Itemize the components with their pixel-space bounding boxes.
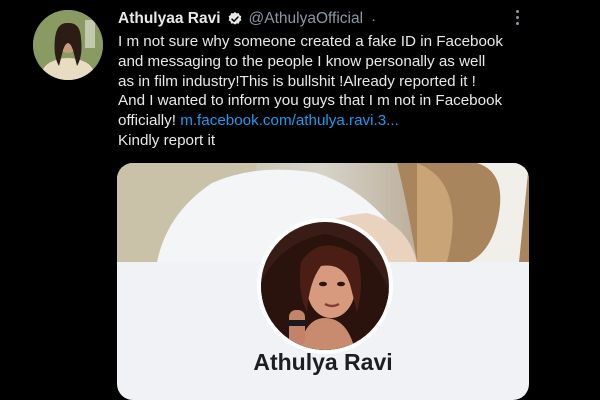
tweet-line: And I wanted to inform you guys that I m… <box>118 92 503 110</box>
tweet-line: I m not sure why someone created a fake … <box>118 33 503 50</box>
facebook-link[interactable]: m.facebook.com/athulya.ravi.3... <box>180 112 399 129</box>
tweet-line-prefix: officially! <box>118 112 181 130</box>
profile-picture <box>261 222 389 350</box>
attached-image[interactable]: Athulya Ravi <box>117 163 529 400</box>
more-options-icon[interactable] <box>506 4 528 30</box>
tweet[interactable]: Athulyaa Ravi @AthulyaOfficial · I m not… <box>0 0 600 400</box>
tweet-closing-line: Kindly report it <box>118 131 216 149</box>
facebook-profile-name: Athulya Ravi <box>253 349 393 375</box>
tweet-line: and messaging to the people I know perso… <box>118 52 486 70</box>
tweet-text: I m not sure why someone created a fake … <box>118 32 518 151</box>
tweet-line-with-link: officially! m.facebook.com/athulya.ravi.… <box>118 111 518 131</box>
avatar-image <box>33 10 103 80</box>
header-separator: · <box>371 10 377 28</box>
verified-badge-icon <box>227 11 243 27</box>
author-name[interactable]: Athulyaa Ravi <box>118 10 221 28</box>
author-avatar[interactable] <box>33 10 103 80</box>
tweet-line: as in film industry!This is bullshit !Al… <box>118 72 476 90</box>
author-handle[interactable]: @AthulyaOfficial <box>249 10 364 28</box>
tweet-header: Athulyaa Ravi @AthulyaOfficial · <box>118 8 376 30</box>
